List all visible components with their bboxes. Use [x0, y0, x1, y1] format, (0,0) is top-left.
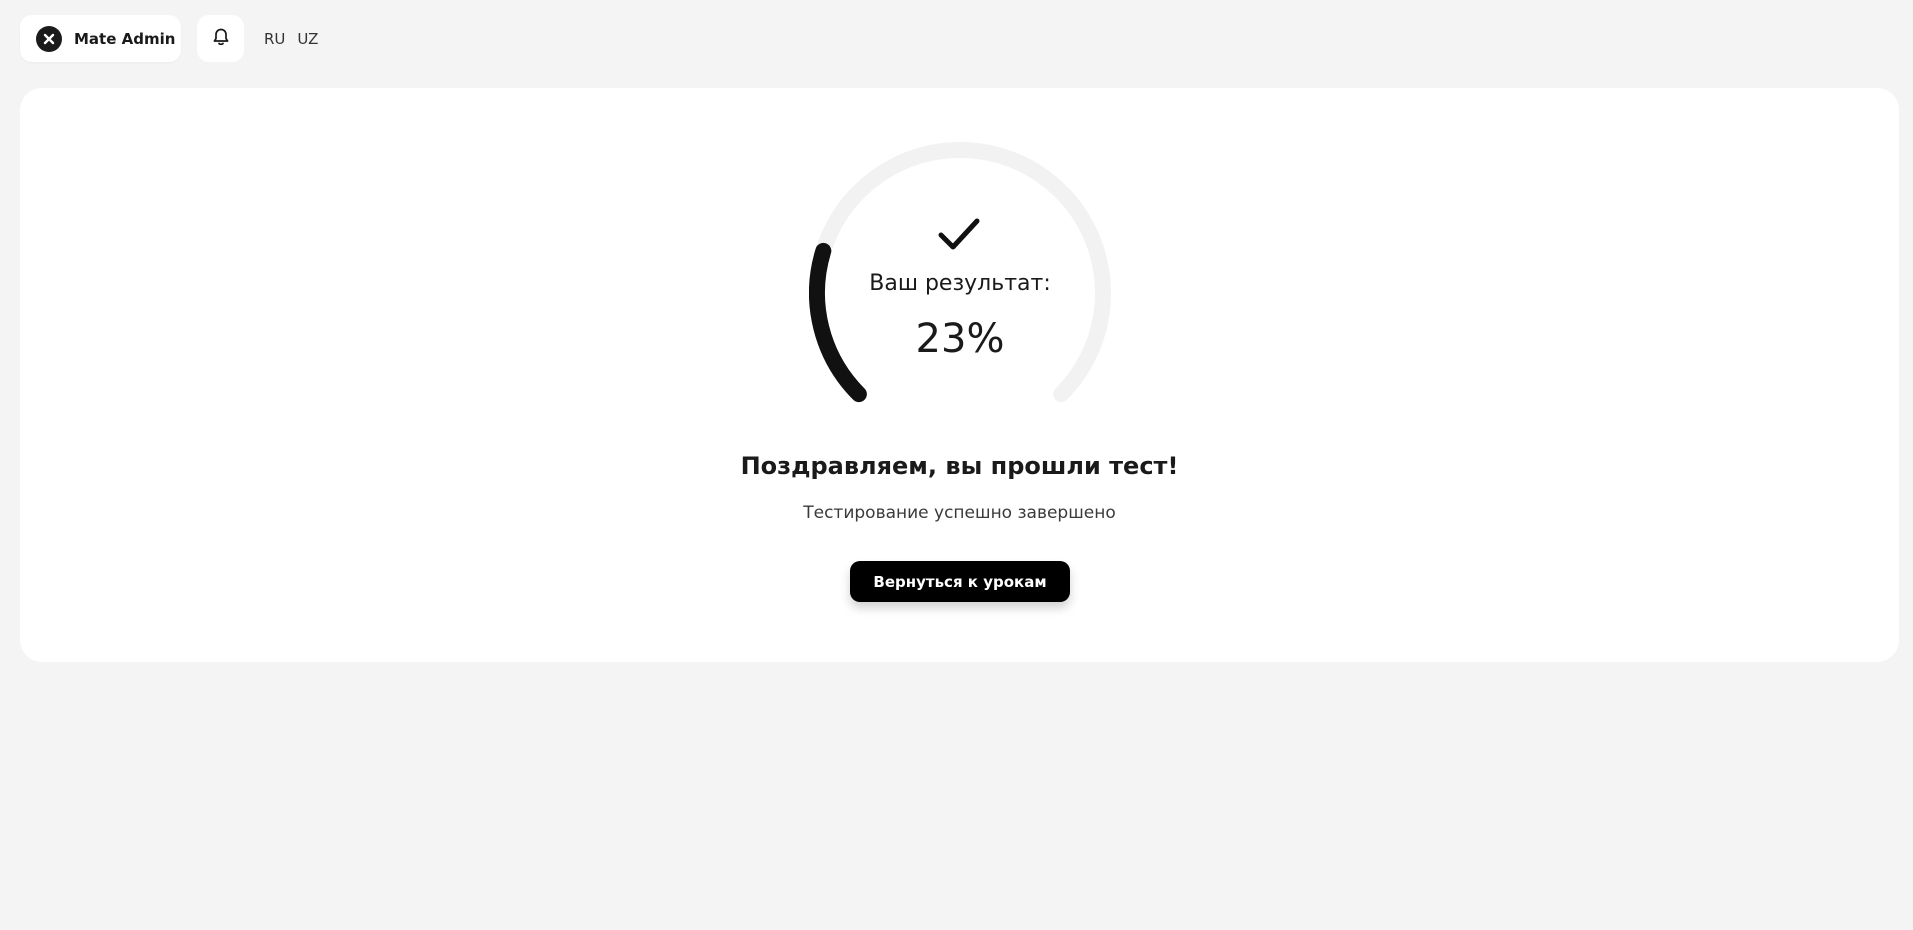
result-gauge: Ваш результат: 23% — [809, 142, 1111, 444]
language-uz[interactable]: UZ — [297, 30, 318, 48]
result-value: 23% — [915, 316, 1005, 362]
result-label: Ваш результат: — [869, 271, 1051, 296]
result-card: Ваш результат: 23% Поздравляем, вы прошл… — [20, 88, 1899, 662]
bell-icon — [211, 27, 231, 51]
notifications-button[interactable] — [197, 15, 244, 62]
congrats-title: Поздравляем, вы прошли тест! — [740, 452, 1179, 480]
language-switcher: RU UZ — [264, 30, 318, 48]
top-bar: Mate Admin RU UZ — [20, 15, 318, 62]
congrats-subtitle: Тестирование успешно завершено — [803, 503, 1116, 523]
back-to-lessons-button[interactable]: Вернуться к урокам — [850, 561, 1070, 602]
user-menu-button[interactable]: Mate Admin — [20, 15, 181, 62]
user-name: Mate Admin — [74, 29, 176, 48]
avatar-icon — [36, 25, 62, 52]
language-ru[interactable]: RU — [264, 30, 285, 48]
